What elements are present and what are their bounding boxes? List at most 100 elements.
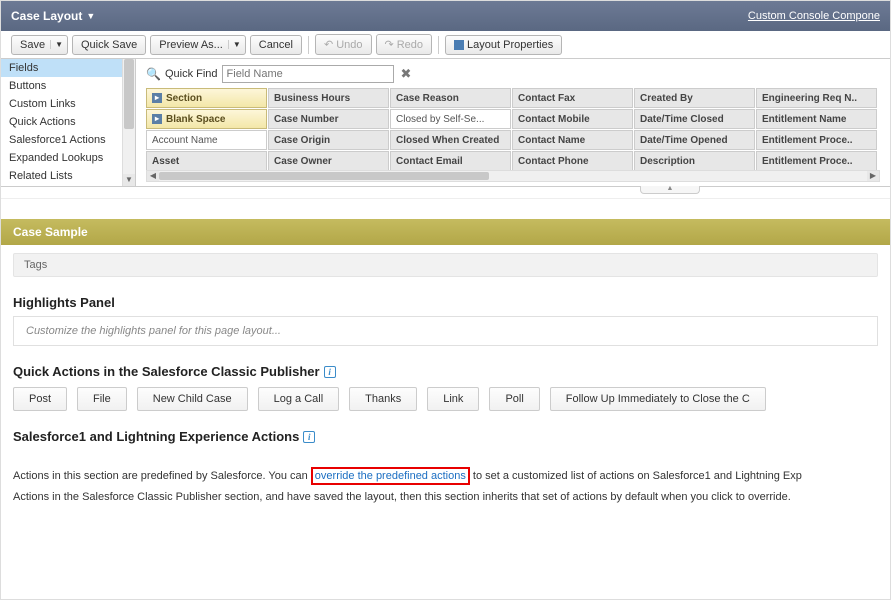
chevron-down-icon[interactable]: ▼: [228, 40, 241, 49]
field-contact-mobile[interactable]: Contact Mobile: [512, 109, 633, 129]
field-label: Asset: [152, 156, 179, 167]
quick-save-button[interactable]: Quick Save: [72, 35, 146, 55]
palette-collapse: ▲: [1, 187, 890, 199]
scroll-down-icon[interactable]: ▼: [123, 174, 135, 186]
scroll-right-icon[interactable]: ▶: [867, 171, 879, 181]
palette-category-buttons[interactable]: Buttons: [1, 77, 123, 95]
field-contact-phone[interactable]: Contact Phone: [512, 151, 633, 171]
field-contact-name[interactable]: Contact Name: [512, 130, 633, 150]
field-label: Created By: [640, 93, 693, 104]
field-contact-email[interactable]: Contact Email: [390, 151, 511, 171]
redo-button[interactable]: ↷Redo: [376, 34, 433, 55]
sf1-lightning-section: Salesforce1 and Lightning Experience Act…: [13, 429, 878, 508]
highlights-panel-box[interactable]: Customize the highlights panel for this …: [13, 316, 878, 346]
palette-category-expanded-lookups[interactable]: Expanded Lookups: [1, 149, 123, 167]
field-contact-fax[interactable]: Contact Fax: [512, 88, 633, 108]
field-blank-space[interactable]: ▸Blank Space: [146, 109, 267, 129]
preview-as-button[interactable]: Preview As... ▼: [150, 35, 246, 55]
info-icon[interactable]: i: [303, 431, 315, 443]
scrollbar-thumb[interactable]: [124, 59, 134, 129]
cancel-button[interactable]: Cancel: [250, 35, 302, 55]
override-predefined-actions-link[interactable]: override the predefined actions: [311, 467, 470, 485]
palette-category-salesforce1-actions[interactable]: Salesforce1 Actions: [1, 131, 123, 149]
layout-icon: [454, 40, 464, 50]
field-label: Date/Time Closed: [640, 114, 724, 125]
layout-properties-button[interactable]: Layout Properties: [445, 35, 562, 55]
page-title[interactable]: Case Layout ▼: [11, 9, 95, 23]
quick-action-follow-up-immediately-to-close-the-c[interactable]: Follow Up Immediately to Close the C: [550, 387, 766, 411]
palette-category-custom-links[interactable]: Custom Links: [1, 95, 123, 113]
tags-section[interactable]: Tags: [13, 253, 878, 277]
redo-label: Redo: [397, 39, 423, 51]
quick-find-input[interactable]: [222, 65, 394, 83]
quick-action-post[interactable]: Post: [13, 387, 67, 411]
field-closed-by-self-se-[interactable]: Closed by Self-Se...: [390, 109, 511, 129]
quick-action-thanks[interactable]: Thanks: [349, 387, 417, 411]
palette-body: 🔍 Quick Find ✖ ▸Section▸Blank Space Accou…: [136, 59, 890, 186]
field-date-time-closed[interactable]: Date/Time Closed: [634, 109, 755, 129]
highlights-panel-section: Highlights Panel Customize the highlight…: [13, 295, 878, 346]
field-closed-when-created[interactable]: Closed When Created: [390, 130, 511, 150]
quick-find-label: Quick Find: [165, 68, 218, 80]
collapse-handle[interactable]: ▲: [640, 186, 700, 194]
scrollbar-vertical[interactable]: ▼: [122, 59, 135, 186]
scrollbar-horizontal[interactable]: ◀ ▶: [146, 170, 880, 182]
field-label: Case Owner: [274, 156, 332, 167]
quick-action-new-child-case[interactable]: New Child Case: [137, 387, 248, 411]
field-entitlement-proce-[interactable]: Entitlement Proce..: [756, 130, 877, 150]
save-button[interactable]: Save ▼: [11, 35, 68, 55]
info-icon[interactable]: i: [324, 366, 336, 378]
chevron-down-icon: ▼: [86, 11, 95, 21]
field-created-by[interactable]: Created By: [634, 88, 755, 108]
field-case-owner[interactable]: Case Owner: [268, 151, 389, 171]
field-label: Case Number: [274, 114, 338, 125]
scrollbar-thumb[interactable]: [159, 172, 489, 180]
field-account-name[interactable]: Account Name: [146, 130, 267, 150]
field-label: Contact Name: [518, 135, 585, 146]
title-text: Case Layout: [11, 9, 82, 23]
palette-category-related-lists[interactable]: Related Lists: [1, 167, 123, 185]
field-label: Contact Phone: [518, 156, 589, 167]
field-entitlement-proce-[interactable]: Entitlement Proce..: [756, 151, 877, 171]
chevron-down-icon[interactable]: ▼: [50, 40, 63, 49]
quick-action-link[interactable]: Link: [427, 387, 479, 411]
save-label: Save: [20, 39, 45, 51]
field-business-hours[interactable]: Business Hours: [268, 88, 389, 108]
field-date-time-opened[interactable]: Date/Time Opened: [634, 130, 755, 150]
scroll-left-icon[interactable]: ◀: [147, 171, 159, 181]
palette-category-quick-actions[interactable]: Quick Actions: [1, 113, 123, 131]
topbar: Case Layout ▼ Custom Console Compone: [1, 1, 890, 31]
field-case-reason[interactable]: Case Reason: [390, 88, 511, 108]
palette-category-fields[interactable]: Fields: [1, 59, 123, 77]
field-label: Closed by Self-Se...: [396, 114, 484, 125]
quick-actions-title: Quick Actions in the Salesforce Classic …: [13, 364, 878, 379]
clear-icon[interactable]: ✖: [401, 66, 412, 82]
quick-find: 🔍 Quick Find ✖: [146, 65, 880, 83]
quick-action-poll[interactable]: Poll: [489, 387, 539, 411]
custom-console-link[interactable]: Custom Console Compone: [748, 10, 880, 22]
field-asset[interactable]: Asset: [146, 151, 267, 171]
sf1-lightning-title-text: Salesforce1 and Lightning Experience Act…: [13, 429, 299, 444]
undo-button[interactable]: ↶Undo: [315, 34, 372, 55]
quick-actions-title-text: Quick Actions in the Salesforce Classic …: [13, 364, 320, 379]
quick-actions-row: Post File New Child Case Log a Call Thanks Li…: [13, 387, 878, 411]
field-label: Entitlement Proce..: [762, 156, 853, 167]
sample-header: Case Sample: [1, 219, 890, 245]
field-label: Contact Mobile: [518, 114, 590, 125]
preview-label: Preview As...: [159, 39, 223, 51]
field-label: Account Name: [152, 135, 218, 146]
section-icon: ▸: [152, 93, 162, 103]
field-case-origin[interactable]: Case Origin: [268, 130, 389, 150]
field-case-number[interactable]: Case Number: [268, 109, 389, 129]
quick-action-file[interactable]: File: [77, 387, 127, 411]
field-label: Engineering Req N..: [762, 93, 857, 104]
field-section[interactable]: ▸Section: [146, 88, 267, 108]
field-entitlement-name[interactable]: Entitlement Name: [756, 109, 877, 129]
sf1-lightning-body: Actions in this section are predefined b…: [13, 452, 878, 508]
field-label: Case Reason: [396, 93, 459, 104]
quick-action-log-a-call[interactable]: Log a Call: [258, 387, 340, 411]
field-label: Entitlement Proce..: [762, 135, 853, 146]
field-description[interactable]: Description: [634, 151, 755, 171]
toolbar: Save ▼ Quick Save Preview As... ▼ Cancel ↶…: [1, 31, 890, 59]
field-engineering-req-n-[interactable]: Engineering Req N..: [756, 88, 877, 108]
